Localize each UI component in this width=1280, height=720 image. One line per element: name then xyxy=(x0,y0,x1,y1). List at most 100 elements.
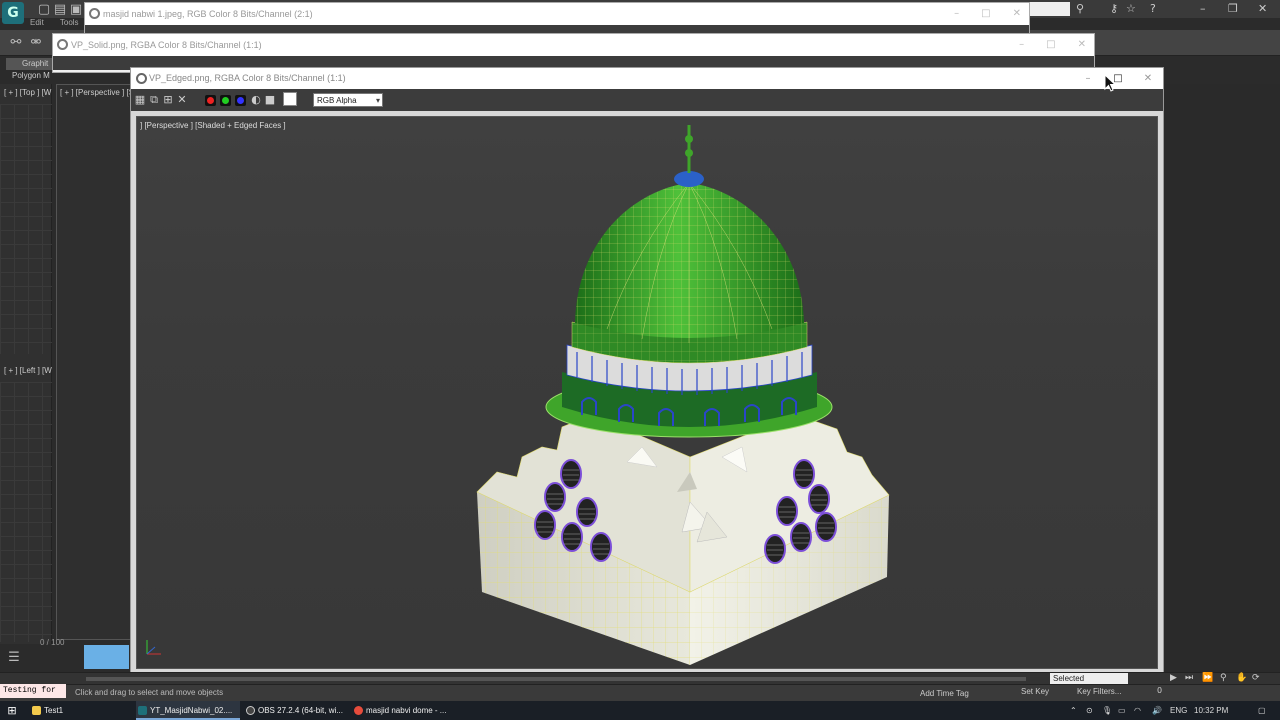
frame-toolbar: ▦ ⧉ ⊞ ✕ ◐ ■ RGB Alpha ▾ xyxy=(131,89,1163,111)
frame-window-masjid[interactable]: masjid nabwi 1.jpeg, RGB Color 8 Bits/Ch… xyxy=(84,2,1030,39)
help-icon[interactable]: ? xyxy=(1150,2,1156,15)
app-restore-icon[interactable]: ❐ xyxy=(1228,2,1238,15)
taskbar-item-obs[interactable]: OBS 27.2.4 (64-bit, wi... xyxy=(244,701,348,720)
menu-tools[interactable]: Tools xyxy=(60,18,79,27)
volume-icon[interactable]: 🔊 xyxy=(1152,701,1162,720)
save-image-icon[interactable]: ▦ xyxy=(133,93,147,107)
viewport-perspective-bg[interactable] xyxy=(56,84,132,640)
link-icon[interactable]: ⚯ xyxy=(8,35,24,51)
red-channel-toggle[interactable] xyxy=(205,95,216,106)
left-viewports xyxy=(0,84,52,644)
network-icon[interactable]: ⊙ xyxy=(1086,701,1093,720)
clear-icon[interactable]: ✕ xyxy=(175,93,189,107)
command-panel xyxy=(1163,84,1280,674)
taskbar-item-label: masjid nabvi dome - ... xyxy=(366,706,447,715)
blue-channel-toggle[interactable] xyxy=(235,95,246,106)
add-time-tag[interactable]: Add Time Tag xyxy=(920,689,969,698)
zoom-icon[interactable]: ⚲ xyxy=(1220,673,1227,683)
background-color-swatch[interactable] xyxy=(283,92,297,106)
mouse-cursor-icon xyxy=(1104,74,1116,92)
system-clock[interactable]: 10:32 PM xyxy=(1194,701,1228,720)
system-tray: ⌃ ⊙ 🎙 ▭ ◠ 🔊 ENG 10:32 PM ▢ xyxy=(1060,701,1280,720)
info-search-input[interactable] xyxy=(1030,2,1070,16)
key-icon[interactable]: ⚷ xyxy=(1110,2,1118,15)
folder-icon xyxy=(32,706,41,715)
language-indicator[interactable]: ENG xyxy=(1170,701,1187,720)
finial-base xyxy=(674,171,704,187)
taskbar-item-label: OBS 27.2.4 (64-bit, wi... xyxy=(258,706,343,715)
play-icon[interactable]: ▶ xyxy=(1170,673,1177,683)
current-frame-input[interactable]: 0 xyxy=(1157,686,1162,695)
menu-edit[interactable]: Edit xyxy=(30,18,44,27)
wifi-icon[interactable]: ◠ xyxy=(1134,701,1141,720)
viewport-left-grid[interactable] xyxy=(0,382,52,642)
save-file-icon[interactable]: ▣ xyxy=(68,2,84,18)
copy-image-icon[interactable]: ⧉ xyxy=(147,93,161,107)
channel-select-value: RGB Alpha xyxy=(317,96,357,105)
key-selection-dropdown[interactable]: Selected xyxy=(1050,673,1128,684)
viewport-top-label[interactable]: [ + ] [Top ] [W xyxy=(4,88,51,97)
timeline-track[interactable] xyxy=(86,677,1026,681)
maxscript-listener-input[interactable]: Testing for xyxy=(0,684,66,698)
next-frame-icon[interactable]: ⏭ xyxy=(1185,673,1193,683)
close-icon[interactable]: ✕ xyxy=(1078,39,1086,50)
go-to-end-icon[interactable]: ⏩ xyxy=(1202,673,1213,683)
monochrome-icon[interactable]: ■ xyxy=(263,93,277,107)
key-filters-button[interactable]: Key Filters... xyxy=(1077,687,1121,696)
close-icon[interactable]: ✕ xyxy=(1013,8,1021,19)
new-file-icon[interactable]: ▢ xyxy=(36,2,52,18)
orbit-icon[interactable]: ⟳ xyxy=(1252,673,1260,683)
viewport-top-grid[interactable] xyxy=(0,104,52,354)
taskbar-item-chrome[interactable]: masjid nabvi dome - ... xyxy=(352,701,456,720)
windows-taskbar: ⊞ Test1 YT_MasjidNabwi_02.... OBS 27.2.4… xyxy=(0,701,1280,720)
timeline-slider-thumb[interactable] xyxy=(84,645,129,669)
green-channel-toggle[interactable] xyxy=(220,95,231,106)
rendered-viewport-image[interactable]: ] [Perspective ] [Shaded + Edged Faces ] xyxy=(136,116,1158,669)
microphone-icon[interactable]: 🎙 xyxy=(1102,701,1112,720)
channel-display-select[interactable]: RGB Alpha ▾ xyxy=(313,93,383,107)
minimize-icon[interactable]: – xyxy=(1073,68,1103,89)
close-icon[interactable]: ✕ xyxy=(1133,68,1163,89)
star-icon[interactable]: ☆ xyxy=(1126,2,1136,15)
set-key-button[interactable]: Set Key xyxy=(1021,687,1049,696)
maximize-icon[interactable]: □ xyxy=(981,8,990,19)
alpha-channel-icon[interactable]: ◐ xyxy=(249,93,263,107)
taskbar-item-3dsmax[interactable]: YT_MasjidNabwi_02.... xyxy=(136,701,240,720)
taskbar-item-label: YT_MasjidNabwi_02.... xyxy=(150,706,233,715)
unlink-icon[interactable]: ⚮ xyxy=(28,35,44,51)
notifications-icon[interactable]: ▢ xyxy=(1258,701,1266,720)
chevron-down-icon: ▾ xyxy=(375,96,380,105)
viewport-perspective-label[interactable]: [ + ] [Perspective ] [S xyxy=(60,88,134,97)
frame-window-controls: – □ ✕ xyxy=(932,3,1021,25)
frame-title-text: VP_Solid.png, RGBA Color 8 Bits/Channel … xyxy=(71,40,262,50)
tray-chevron-icon[interactable]: ⌃ xyxy=(1070,701,1077,720)
frame-app-icon xyxy=(136,73,147,84)
frame-window-title[interactable]: masjid nabwi 1.jpeg, RGB Color 8 Bits/Ch… xyxy=(85,3,1029,25)
minimize-icon[interactable]: – xyxy=(954,8,959,19)
clone-window-icon[interactable]: ⊞ xyxy=(161,93,175,107)
taskbar-item-test1[interactable]: Test1 xyxy=(30,701,130,720)
pan-icon[interactable]: ✋ xyxy=(1236,673,1247,683)
app-close-icon[interactable]: ✕ xyxy=(1258,2,1267,15)
chrome-icon xyxy=(354,706,363,715)
layer-manager-icon[interactable]: ☰ xyxy=(6,650,22,666)
viewport-left-label[interactable]: [ + ] [Left ] [W xyxy=(4,366,52,375)
binoculars-icon[interactable]: ⚲ xyxy=(1076,2,1084,15)
3dsmax-logo-icon[interactable]: G xyxy=(2,2,24,24)
frame-window-title[interactable]: VP_Solid.png, RGBA Color 8 Bits/Channel … xyxy=(53,34,1094,56)
taskbar-item-label: Test1 xyxy=(44,706,64,715)
frame-app-icon xyxy=(57,39,68,50)
windows-start-icon[interactable]: ⊞ xyxy=(0,701,24,720)
frame-window-vp-edged[interactable]: VP_Edged.png, RGBA Color 8 Bits/Channel … xyxy=(130,67,1164,673)
frame-window-title[interactable]: VP_Edged.png, RGBA Color 8 Bits/Channel … xyxy=(131,68,1163,89)
viewport-axis-tripod-icon xyxy=(146,640,161,655)
app-minimize-icon[interactable]: – xyxy=(1200,2,1206,15)
ribbon-tab-graphite[interactable]: Graphit xyxy=(6,58,56,70)
masjid-model-render xyxy=(476,125,890,665)
maximize-icon[interactable]: □ xyxy=(1046,39,1055,50)
minimize-icon[interactable]: – xyxy=(1019,39,1024,50)
open-file-icon[interactable]: ▤ xyxy=(52,2,68,18)
ribbon-polygon-modeling[interactable]: Polygon M xyxy=(6,70,56,82)
frame-title-text: VP_Edged.png, RGBA Color 8 Bits/Channel … xyxy=(149,73,346,83)
display-icon[interactable]: ▭ xyxy=(1118,701,1126,720)
